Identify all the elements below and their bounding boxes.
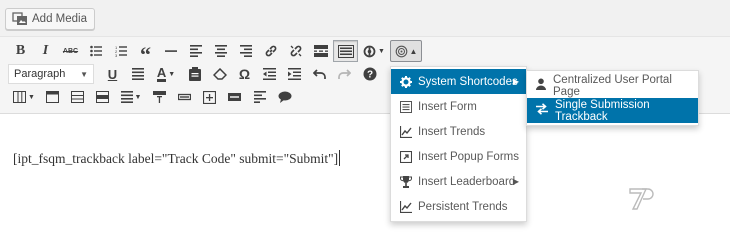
delete-row-icon[interactable] bbox=[172, 86, 197, 108]
submenu-item-centralized-user-portal[interactable]: Centralized User Portal Page bbox=[527, 73, 698, 98]
paste-text-icon[interactable] bbox=[182, 63, 207, 85]
align-left-icon[interactable] bbox=[183, 40, 208, 62]
media-bar: Add Media bbox=[0, 0, 730, 36]
format-select[interactable]: Paragraph ▼ bbox=[8, 64, 94, 84]
chevron-right-icon: ▶ bbox=[512, 77, 519, 86]
numbered-list-icon[interactable]: 123 bbox=[108, 40, 133, 62]
italic-icon[interactable]: I bbox=[33, 40, 58, 62]
blockquote-icon[interactable]: “ bbox=[133, 40, 158, 66]
menu-item-label: Persistent Trends bbox=[418, 200, 508, 213]
editor: B I ABC 123 “ ▼ ▲ Paragraph ▼ U A ▼ Ω ? … bbox=[0, 36, 730, 241]
menu-item-label: Insert Trends bbox=[418, 125, 486, 138]
underline-icon[interactable]: U bbox=[100, 63, 125, 85]
popup-icon bbox=[399, 150, 412, 163]
chevron-down-icon: ▼ bbox=[80, 69, 88, 79]
trend-chart-icon bbox=[399, 200, 412, 213]
unlink-icon[interactable] bbox=[283, 40, 308, 62]
row-properties-icon[interactable] bbox=[40, 86, 65, 108]
trend-chart-icon bbox=[399, 125, 412, 138]
trophy-icon bbox=[399, 175, 412, 188]
undo-icon[interactable] bbox=[307, 63, 332, 85]
merge-icon[interactable] bbox=[90, 86, 115, 108]
format-icon[interactable] bbox=[247, 86, 272, 108]
fsqm-icon[interactable]: ▲ bbox=[390, 40, 422, 62]
toolbar-row-3: ▼ ▼ bbox=[8, 86, 297, 108]
indent-icon[interactable] bbox=[282, 63, 307, 85]
system-shortcodes-submenu: Centralized User Portal Page Single Subm… bbox=[526, 70, 699, 126]
comment-icon[interactable] bbox=[272, 86, 297, 108]
add-media-label: Add Media bbox=[32, 13, 87, 25]
form-icon bbox=[399, 100, 412, 113]
fsqm-dropdown-menu: System Shortcodes ▶ Insert Form Insert T… bbox=[390, 66, 527, 222]
strikethrough-icon[interactable]: ABC bbox=[58, 40, 83, 62]
submenu-item-label: Single Submission Trackback bbox=[555, 98, 650, 123]
text-color-icon[interactable]: A ▼ bbox=[150, 63, 182, 85]
horizontal-rule-icon[interactable] bbox=[222, 86, 247, 108]
menu-item-persistent-trends[interactable]: Persistent Trends bbox=[391, 194, 526, 219]
clear-formatting-icon[interactable] bbox=[207, 63, 232, 85]
align-right-icon[interactable] bbox=[233, 40, 258, 62]
justify-icon[interactable] bbox=[125, 63, 150, 85]
special-character-icon[interactable]: Ω bbox=[232, 63, 257, 85]
text-cursor bbox=[339, 150, 341, 166]
user-icon bbox=[535, 78, 547, 93]
gear-icon bbox=[399, 75, 412, 88]
add-row-icon[interactable] bbox=[197, 86, 222, 108]
menu-item-insert-trends[interactable]: Insert Trends bbox=[391, 119, 526, 144]
read-more-icon[interactable] bbox=[308, 40, 333, 62]
menu-item-label: Insert Form bbox=[418, 100, 477, 113]
align-center-icon[interactable] bbox=[208, 40, 233, 62]
shortcode-icon[interactable]: ▼ bbox=[358, 40, 390, 62]
menu-item-system-shortcodes[interactable]: System Shortcodes ▶ bbox=[391, 69, 526, 94]
menu-item-label: Insert Popup Forms bbox=[418, 150, 519, 163]
format-select-value: Paragraph bbox=[14, 68, 66, 80]
menu-item-insert-leaderboard[interactable]: Insert Leaderboard ▶ bbox=[391, 169, 526, 194]
menu-item-insert-popup-forms[interactable]: Insert Popup Forms bbox=[391, 144, 526, 169]
table-icon[interactable]: ▼ bbox=[8, 86, 40, 108]
shortcode-text: [ipt_fsqm_trackback label="Track Code" s… bbox=[13, 151, 339, 166]
fsqm-logo bbox=[626, 186, 658, 212]
menu-item-insert-form[interactable]: Insert Form bbox=[391, 94, 526, 119]
chevron-right-icon: ▶ bbox=[512, 177, 519, 186]
table-menu-icon[interactable]: ▼ bbox=[115, 86, 147, 108]
horizontal-line-icon[interactable] bbox=[158, 40, 183, 62]
help-icon[interactable]: ? bbox=[357, 63, 382, 85]
submenu-item-single-submission-trackback[interactable]: Single Submission Trackback bbox=[527, 98, 698, 123]
exchange-icon bbox=[535, 103, 549, 118]
outdent-icon[interactable] bbox=[257, 63, 282, 85]
bold-icon[interactable]: B bbox=[8, 40, 33, 62]
menu-item-label: System Shortcodes bbox=[418, 75, 518, 88]
toolbar-toggle-icon[interactable] bbox=[333, 40, 358, 62]
toolbar-row-1: B I ABC 123 “ ▼ ▲ bbox=[8, 40, 422, 66]
add-media-icon bbox=[12, 12, 28, 26]
add-media-button[interactable]: Add Media bbox=[5, 8, 95, 30]
svg-text:3: 3 bbox=[115, 53, 118, 57]
svg-text:?: ? bbox=[366, 70, 372, 81]
cell-properties-icon[interactable] bbox=[65, 86, 90, 108]
link-icon[interactable] bbox=[258, 40, 283, 62]
editor-content[interactable]: [ipt_fsqm_trackback label="Track Code" s… bbox=[13, 150, 341, 167]
toolbar-row-2: Paragraph ▼ U A ▼ Ω ? bbox=[8, 63, 382, 85]
insert-before-icon[interactable] bbox=[147, 86, 172, 108]
bullet-list-icon[interactable] bbox=[83, 40, 108, 62]
menu-item-label: Insert Leaderboard bbox=[418, 175, 516, 188]
submenu-item-label: Centralized User Portal Page bbox=[553, 73, 672, 98]
redo-icon[interactable] bbox=[332, 63, 357, 85]
